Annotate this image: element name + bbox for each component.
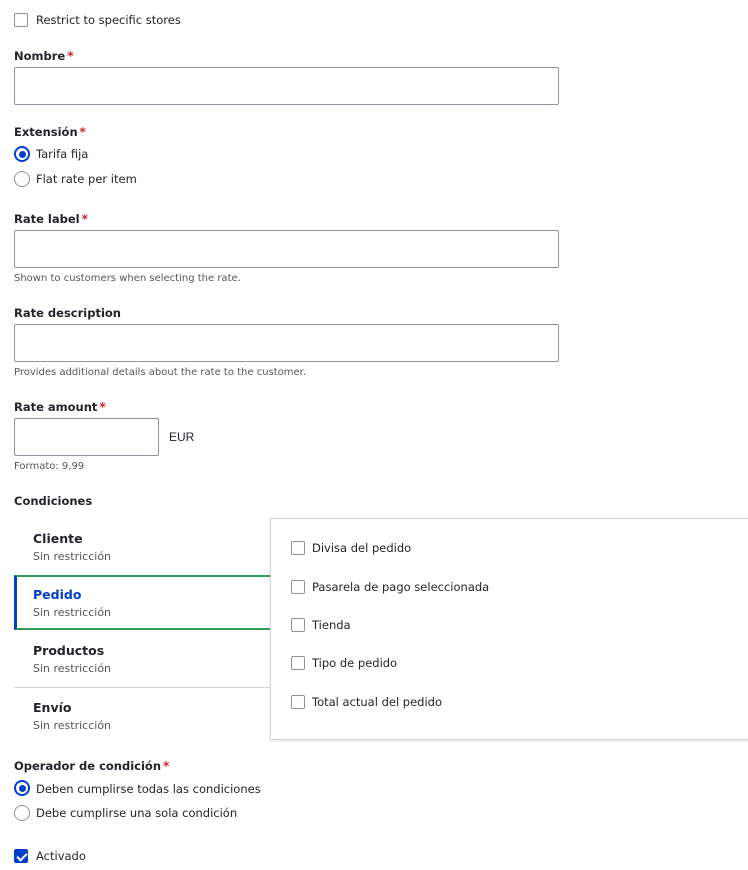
tab-title: Cliente <box>33 531 83 546</box>
tab-pedido[interactable]: Pedido Sin restricción <box>14 575 270 630</box>
activado-checkbox[interactable] <box>14 849 28 863</box>
rate-description-input[interactable] <box>14 324 559 362</box>
condition-option-label: Total actual del pedido <box>312 695 443 709</box>
required-marker: * <box>79 125 86 139</box>
condition-option-label: Divisa del pedido <box>312 541 412 555</box>
required-marker: * <box>67 49 74 63</box>
rate-label-label: Rate label <box>14 212 80 226</box>
rate-amount-label: Rate amount <box>14 400 98 414</box>
extension-option-label: Flat rate per item <box>36 172 137 186</box>
rate-description-label: Rate description <box>14 306 121 320</box>
extension-label: Extensión <box>14 125 78 139</box>
extension-radio-tarifa-fija[interactable] <box>14 146 30 162</box>
conditions-label: Condiciones <box>14 494 93 508</box>
condition-option-label: Pasarela de pago seleccionada <box>312 580 490 594</box>
rate-label-label-row: Rate label * <box>14 212 88 226</box>
condition-operator-label-row: Operador de condición * <box>14 759 169 773</box>
tab-productos[interactable]: Productos Sin restricción <box>14 632 270 688</box>
required-marker: * <box>99 400 106 414</box>
required-marker: * <box>163 759 170 773</box>
condition-option-label: Tienda <box>312 618 351 632</box>
tab-title: Productos <box>33 643 105 658</box>
rate-label-description: Shown to customers when selecting the ra… <box>14 273 241 284</box>
rate-amount-currency: EUR <box>169 430 195 444</box>
tab-subtitle: Sin restricción <box>33 550 112 563</box>
extension-option-label: Tarifa fija <box>36 147 89 161</box>
rate-label-input[interactable] <box>14 230 559 268</box>
nombre-input[interactable] <box>14 67 559 105</box>
operator-option-label: Deben cumplirse todas las condiciones <box>36 782 261 796</box>
condition-checkbox-total[interactable] <box>291 695 305 709</box>
rate-description-description: Provides additional details about the ra… <box>14 367 307 378</box>
tab-title: Pedido <box>33 587 82 602</box>
condition-checkbox-divisa[interactable] <box>291 541 305 555</box>
conditions-panel: Divisa del pedido Pasarela de pago selec… <box>270 518 748 740</box>
activado-label: Activado <box>36 849 86 863</box>
required-marker: * <box>81 212 88 226</box>
tab-envio[interactable]: Envío Sin restricción <box>14 689 270 744</box>
rate-description-label-row: Rate description <box>14 306 121 320</box>
operator-radio-one[interactable] <box>14 805 30 821</box>
operator-option-label: Debe cumplirse una sola condición <box>36 806 238 820</box>
condition-checkbox-tipo[interactable] <box>291 656 305 670</box>
tab-subtitle: Sin restricción <box>33 719 112 732</box>
nombre-label-row: Nombre * <box>14 49 74 63</box>
operator-radio-all[interactable] <box>14 780 30 796</box>
tab-subtitle: Sin restricción <box>33 662 112 675</box>
condition-checkbox-pasarela[interactable] <box>291 580 305 594</box>
rate-amount-format: Formato: 9,99 <box>14 461 85 472</box>
tab-title: Envío <box>33 700 72 715</box>
rate-amount-input[interactable] <box>14 418 159 456</box>
tab-subtitle: Sin restricción <box>33 606 112 619</box>
extension-label-row: Extensión * <box>14 125 86 139</box>
restrict-stores-label: Restrict to specific stores <box>36 13 181 27</box>
nombre-label: Nombre <box>14 49 66 63</box>
condition-operator-label: Operador de condición <box>14 759 162 773</box>
extension-radio-flat-rate-per-item[interactable] <box>14 171 30 187</box>
restrict-stores-checkbox[interactable] <box>14 13 28 27</box>
condition-checkbox-tienda[interactable] <box>291 618 305 632</box>
condition-option-label: Tipo de pedido <box>312 656 398 670</box>
tab-cliente[interactable]: Cliente Sin restricción <box>14 520 270 575</box>
rate-amount-label-row: Rate amount * <box>14 400 106 414</box>
